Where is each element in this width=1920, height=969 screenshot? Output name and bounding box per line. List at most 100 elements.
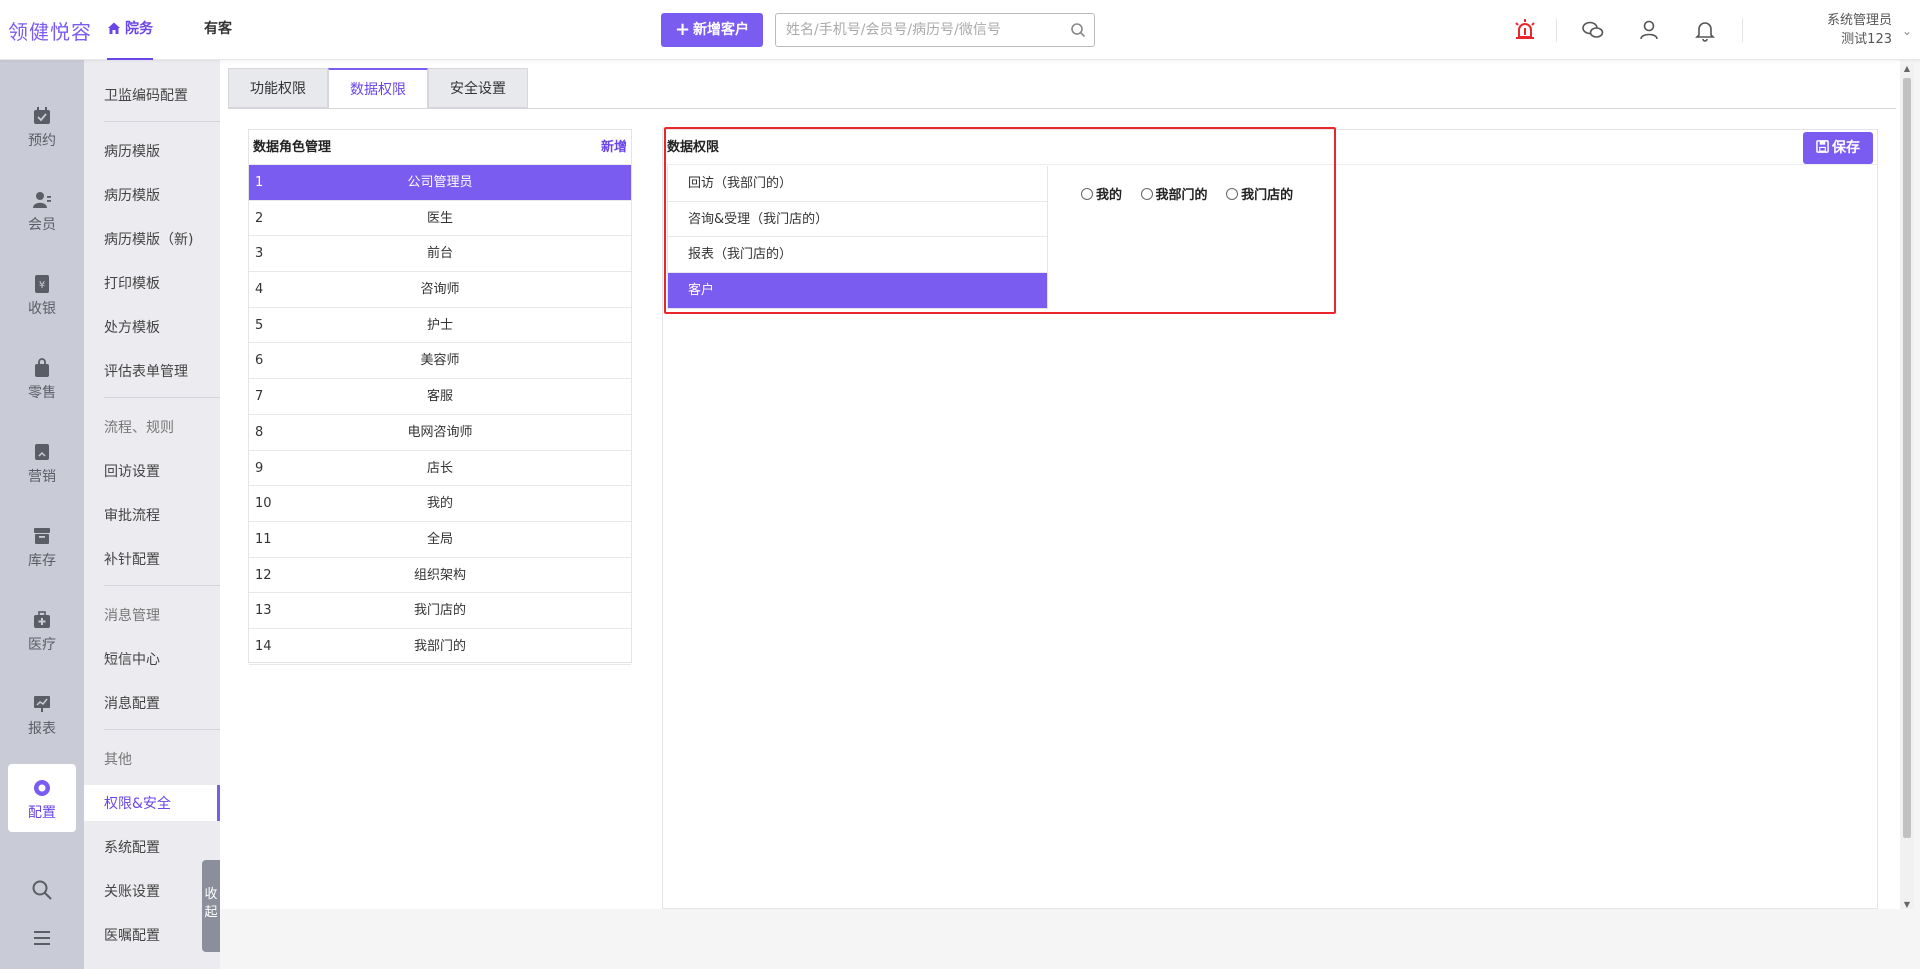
submenu-item[interactable]: 打印模板 (104, 273, 160, 293)
role-row[interactable]: 8 电网咨询师 (249, 415, 631, 451)
bell-icon[interactable] (1693, 18, 1717, 42)
nav-tab-youke[interactable]: 有客 (204, 0, 232, 60)
submenu-item[interactable]: 病历模版 (104, 185, 160, 205)
page-scrollbar[interactable]: ▲ ▼ (1900, 64, 1914, 909)
permission-category-item[interactable]: 回访（我部门的） (668, 166, 1047, 202)
radio-my-department[interactable]: 我部门的 (1140, 184, 1208, 203)
submenu-item[interactable]: 评估表单管理 (104, 361, 188, 381)
add-role-link[interactable]: 新增 (601, 130, 627, 165)
role-name: 客服 (426, 389, 453, 405)
role-number: 1 (255, 175, 264, 190)
role-row[interactable]: 5 护士 (249, 308, 631, 344)
submenu-group-title: 其他 (104, 752, 132, 768)
radio-label: 我部门的 (1155, 188, 1208, 203)
submenu-item[interactable]: 短信中心 (104, 649, 160, 669)
settings-submenu: 卫监编码配置 病历模版 病历模版 病历模版（新) 打印模板 处方模板 评估表单管… (84, 60, 292, 969)
role-name: 我部门的 (413, 638, 466, 654)
role-number: 13 (255, 603, 272, 619)
rail-item-inventory[interactable]: 库存 (8, 512, 76, 580)
member-icon (33, 192, 51, 208)
search-icon[interactable] (1070, 22, 1086, 38)
submenu-item[interactable]: 病历模版 (104, 141, 160, 161)
submenu-item[interactable]: 补针配置 (104, 549, 160, 569)
radio-label: 我门店的 (1241, 188, 1294, 203)
collapse-submenu-button[interactable]: 收起 (202, 860, 220, 952)
role-row[interactable]: 2 医生 (249, 201, 631, 237)
role-row[interactable]: 3 前台 (249, 236, 631, 273)
chevron-down-icon[interactable]: ⌄ (1902, 24, 1912, 38)
role-row[interactable]: 11 全局 (249, 522, 631, 558)
plus-icon: + (674, 19, 691, 40)
rail-item-medical[interactable]: 医疗 (8, 596, 76, 664)
permission-category-item[interactable]: 报表（我门店的） (668, 237, 1047, 273)
role-number: 11 (255, 531, 272, 547)
submenu-item[interactable]: 处方模板 (104, 317, 160, 337)
wechat-icon[interactable] (1581, 18, 1605, 42)
scrollbar-thumb[interactable] (1903, 78, 1911, 838)
rail-item-label: 医疗 (28, 637, 56, 653)
permission-category-item[interactable]: 客户 (668, 272, 1047, 308)
submenu-item[interactable]: 审批流程 (104, 505, 160, 525)
role-row[interactable]: 9 店长 (249, 451, 631, 487)
inventory-icon (34, 528, 50, 544)
submenu-item[interactable]: 医嘱配置 (104, 925, 160, 945)
footer-area (220, 909, 1920, 969)
app-logo[interactable]: 领健悦容 (8, 16, 92, 45)
rail-item-appointment[interactable]: 预约 (8, 92, 76, 160)
rail-item-member[interactable]: 会员 (8, 176, 76, 244)
cashier-icon: ¥ (35, 275, 49, 293)
nav-tab-label: 有客 (204, 21, 232, 37)
nav-tab-yuanwu[interactable]: 院务 (107, 0, 153, 60)
role-panel-header: 数据角色管理 新增 (249, 130, 631, 165)
search-box (775, 13, 1095, 47)
role-name: 美容师 (420, 353, 460, 369)
role-row[interactable]: 1 公司管理员 (249, 165, 631, 201)
add-customer-button[interactable]: + 新增客户 (661, 13, 763, 47)
role-row[interactable]: 14 我部门的 (249, 629, 631, 665)
search-icon[interactable] (30, 878, 54, 902)
submenu-item[interactable]: 回访设置 (104, 461, 160, 481)
rail-item-retail[interactable]: 零售 (8, 344, 76, 412)
role-row[interactable]: 12 组织架构 (249, 558, 631, 594)
tab-data-permissions[interactable]: 数据权限 (328, 68, 428, 109)
tab-function-permissions[interactable]: 功能权限 (228, 68, 328, 108)
rail-item-cashier[interactable]: ¥ 收银 (8, 260, 76, 328)
submenu-item-permissions[interactable]: 权限&安全 (104, 793, 171, 813)
role-number: 9 (255, 460, 264, 476)
rail-item-settings[interactable]: 配置 (8, 764, 76, 832)
medical-icon (34, 611, 50, 628)
role-name: 我的 (426, 496, 453, 512)
alarm-icon[interactable] (1513, 18, 1537, 42)
radio-circle[interactable] (1081, 188, 1093, 200)
role-row[interactable]: 10 我的 (249, 486, 631, 522)
submenu-item[interactable]: 病历模版（新) (104, 229, 193, 249)
svg-text:¥: ¥ (39, 280, 45, 291)
role-row[interactable]: 7 客服 (249, 379, 631, 415)
search-input[interactable] (776, 14, 1056, 46)
menu-icon[interactable] (30, 926, 54, 950)
submenu-item[interactable]: 消息配置 (104, 693, 160, 713)
user-icon[interactable] (1637, 18, 1661, 42)
permission-category-item[interactable]: 咨询&受理（我门店的） (668, 202, 1047, 237)
settings-icon (34, 780, 50, 796)
radio-mine[interactable]: 我的 (1081, 184, 1122, 203)
scroll-down-arrow[interactable]: ▼ (1900, 900, 1914, 909)
save-button[interactable]: 保存 (1803, 132, 1873, 164)
rail-item-report[interactable]: 报表 (8, 680, 76, 748)
role-row[interactable]: 4 咨询师 (249, 272, 631, 308)
submenu-item[interactable]: 卫监编码配置 (104, 85, 188, 105)
submenu-item[interactable]: 系统配置 (104, 837, 160, 857)
data-permission-panel: 数据权限 保存 回访（我部门的） 咨询&受理（我门店的） 报表（我门店的） 客户 我的… (662, 129, 1878, 909)
radio-my-store[interactable]: 我门店的 (1226, 184, 1293, 203)
role-number: 14 (255, 638, 272, 654)
user-info[interactable]: 系统管理员 测试123 (1827, 11, 1892, 49)
radio-circle[interactable] (1140, 188, 1153, 200)
role-row[interactable]: 13 我门店的 (249, 593, 631, 629)
submenu-item[interactable]: 关账设置 (104, 881, 160, 901)
role-row[interactable]: 6 美容师 (249, 343, 631, 380)
rail-item-marketing[interactable]: 营销 (8, 428, 76, 496)
tab-security-settings[interactable]: 安全设置 (428, 68, 528, 108)
scroll-up-arrow[interactable]: ▲ (1900, 64, 1914, 73)
radio-circle[interactable] (1226, 188, 1239, 200)
main-content: 功能权限 数据权限 安全设置 数据角色管理 新增 1 公司管理员 2 医生 3 前台 4 咨询… (220, 60, 1900, 909)
